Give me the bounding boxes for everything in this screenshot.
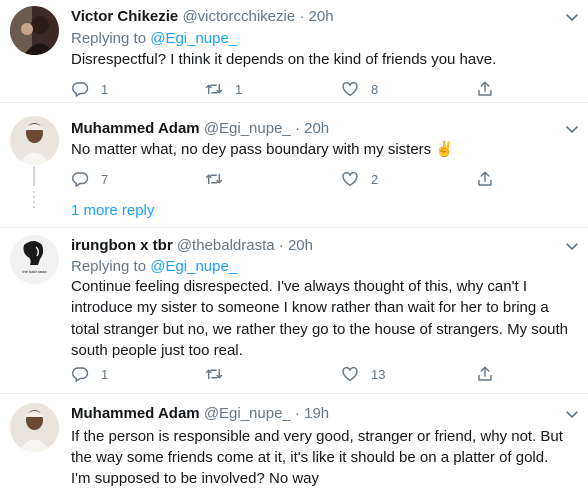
replying-prefix: Replying to [71,30,147,47]
mention-link[interactable]: @Egi_nupe_ [150,258,237,275]
separator-dot: · [299,8,305,25]
share-icon [478,81,492,96]
replying-to: Replying to @Egi_nupe_ [71,257,237,277]
share-button[interactable] [476,79,494,99]
avatar[interactable]: the bald rasta [10,235,59,284]
share-icon [478,171,492,186]
mention-link[interactable]: @Egi_nupe_ [150,30,237,47]
tweet-actions: 7 2 [71,169,494,189]
display-name[interactable]: Muhammed Adam [71,120,200,137]
like-count: 8 [371,81,379,97]
retweet-icon [205,83,223,95]
reply-icon [72,172,89,187]
replying-prefix: Replying to [71,258,147,275]
share-icon [478,366,492,381]
like-button[interactable]: 13 [341,364,385,384]
retweet-button[interactable] [205,364,223,384]
reply-count: 1 [101,366,109,382]
tweet-text: No matter what, no dey pass boundary wit… [71,141,454,158]
reply-count: 1 [101,81,109,97]
separator-dot: · [294,405,300,422]
tweet-text: If the person is responsible and very go… [71,428,563,487]
tweet-text: Continue feeling disrespected. I've alwa… [71,278,568,359]
retweet-icon [205,368,223,380]
heart-icon [342,366,358,382]
retweet-button[interactable]: 1 [205,79,242,99]
tweet-muhammed-1[interactable]: Muhammed Adam @Egi_nupe_ · 20h No matter… [0,103,588,200]
more-replies-link[interactable]: 1 more reply [71,201,154,221]
like-count: 13 [371,366,386,382]
user-handle[interactable]: @Egi_nupe_ [204,405,291,422]
reply-count: 7 [101,171,109,187]
reply-button[interactable]: 7 [71,169,108,189]
tweet-irungbon[interactable]: the bald rasta irungbon x tbr @thebaldra… [0,228,588,393]
reply-icon [72,367,89,382]
chevron-down-icon[interactable] [564,121,580,137]
display-name[interactable]: Victor Chikezie [71,8,178,25]
reply-button[interactable]: 1 [71,364,108,384]
tweet-actions: 1 1 8 [71,79,494,99]
tweet-header: irungbon x tbr @thebaldrasta · 20h [71,236,313,256]
thread-line [33,166,35,186]
tweet-victor[interactable]: Victor Chikezie @victorcchikezie · 20h R… [0,0,588,102]
reply-icon [72,82,89,97]
avatar[interactable] [10,116,59,165]
retweet-button[interactable] [205,169,223,189]
tweet-header: Victor Chikezie @victorcchikezie · 20h [71,7,334,27]
user-handle[interactable]: @Egi_nupe_ [204,120,291,137]
avatar[interactable] [10,6,59,55]
share-button[interactable] [476,364,494,384]
share-button[interactable] [476,169,494,189]
separator-dot: · [278,237,284,254]
retweet-icon [205,173,223,185]
thread-dots [33,191,35,211]
tweet-actions: 1 13 [71,364,494,384]
heart-icon [342,81,358,97]
like-count: 2 [371,171,379,187]
like-button[interactable]: 2 [341,169,378,189]
replying-to: Replying to @Egi_nupe_ [71,29,237,49]
tweet-header: Muhammed Adam @Egi_nupe_ · 19h [71,404,329,424]
avatar[interactable] [10,403,59,452]
chevron-down-icon[interactable] [564,406,580,422]
like-button[interactable]: 8 [341,79,378,99]
display-name[interactable]: Muhammed Adam [71,405,200,422]
tweet-muhammed-2[interactable]: Muhammed Adam @Egi_nupe_ · 19h If the pe… [0,394,588,492]
user-handle[interactable]: @victorcchikezie [182,8,295,25]
timestamp[interactable]: 20h [309,8,334,25]
chevron-down-icon[interactable] [564,238,580,254]
tweet-header: Muhammed Adam @Egi_nupe_ · 20h [71,119,329,139]
reply-button[interactable]: 1 [71,79,108,99]
heart-icon [342,171,358,187]
timestamp[interactable]: 20h [288,237,313,254]
avatar-text: the bald rasta [22,269,47,274]
timestamp[interactable]: 19h [304,405,329,422]
retweet-count: 1 [235,81,243,97]
display-name[interactable]: irungbon x tbr [71,237,173,254]
tweet-text: Disrespectful? I think it depends on the… [71,51,497,68]
chevron-down-icon[interactable] [564,9,580,25]
timestamp[interactable]: 20h [304,120,329,137]
user-handle[interactable]: @thebaldrasta [177,237,275,254]
separator-dot: · [294,120,300,137]
